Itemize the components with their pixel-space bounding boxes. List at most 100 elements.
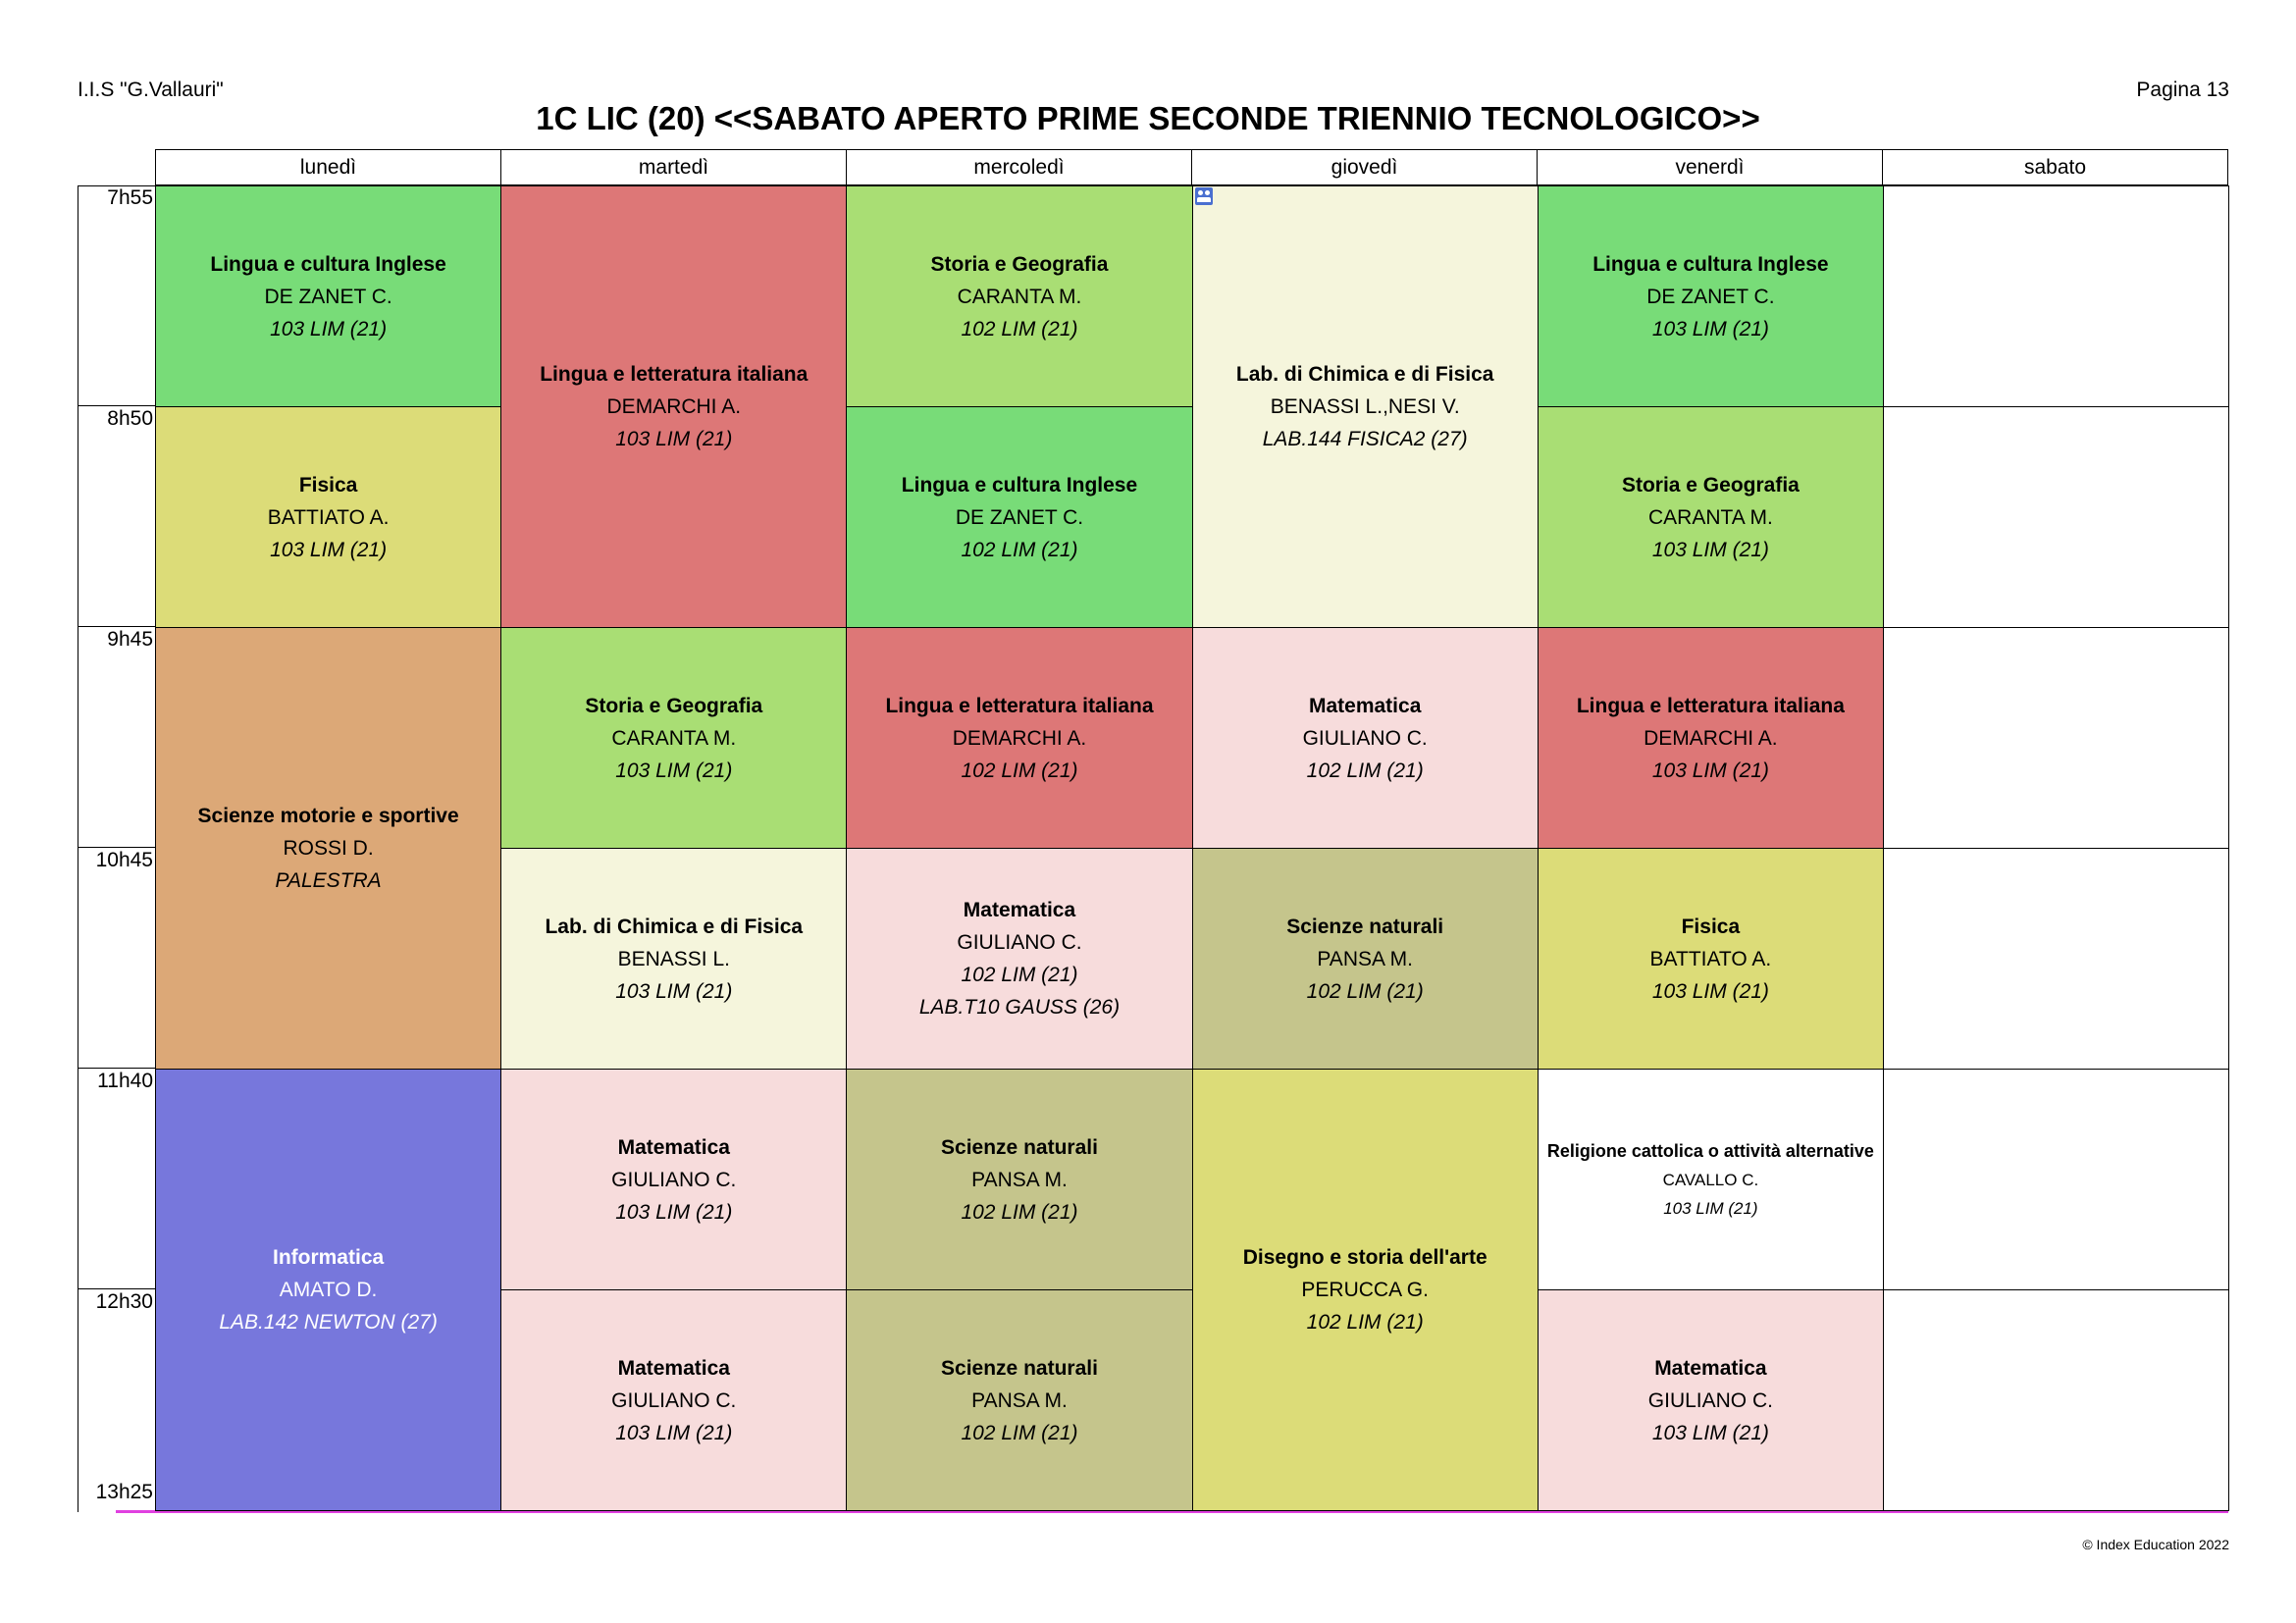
lesson-room: 103 LIM (21) (615, 1200, 733, 1224)
lesson-teacher: CAVALLO C. (1662, 1171, 1759, 1189)
lesson-cell[interactable]: Scienze motorie e sportive ROSSI D. PALEST… (155, 627, 502, 1070)
lesson-room: 102 LIM (21) (961, 964, 1078, 986)
group-icon (1195, 187, 1213, 205)
lesson-room: 103 LIM (21) (1651, 538, 1769, 561)
lesson-subject: Lab. di Chimica e di Fisica (1235, 363, 1494, 386)
day-header-0: lunedì (156, 150, 501, 184)
lesson-cell[interactable]: Matematica GIULIANO C. 102 LIM (21) (1191, 627, 1539, 849)
day-header-3: giovedì (1192, 150, 1538, 184)
empty-slot (1883, 185, 2230, 407)
lesson-teacher: DEMARCHI A. (1644, 726, 1778, 750)
lesson-subject: Lingua e letteratura italiana (540, 363, 809, 386)
lesson-teacher: CARANTA M. (957, 285, 1082, 308)
lesson-subject: Matematica (617, 1356, 730, 1380)
lesson-cell[interactable]: Lingua e cultura Inglese DE ZANET C. 103 L… (1537, 185, 1884, 407)
lesson-teacher: DE ZANET C. (264, 285, 392, 308)
lesson-subject: Storia e Geografia (930, 252, 1109, 276)
lesson-subject: Lingua e cultura Inglese (901, 473, 1138, 497)
lesson-cell[interactable]: Storia e Geografia CARANTA M. 103 LIM (21) (500, 627, 848, 849)
lesson-cell[interactable]: Fisica BATTIATO A. 103 LIM (21) (155, 406, 502, 628)
lesson-cell[interactable]: Informatica AMATO D. LAB.142 NEWTON (27) (155, 1069, 502, 1511)
lesson-cell[interactable]: Lab. di Chimica e di Fisica BENASSI L. 103… (500, 848, 848, 1070)
lesson-room: 103 LIM (21) (270, 538, 388, 561)
lesson-subject: Religione cattolica o attività alternati… (1546, 1141, 1874, 1161)
empty-slot (1883, 848, 2230, 1070)
lesson-subject: Lab. di Chimica e di Fisica (545, 915, 804, 938)
copyright: © Index Education 2022 (2082, 1537, 2229, 1552)
lesson-teacher: GIULIANO C. (611, 1168, 737, 1191)
lesson-teacher: PANSA M. (971, 1168, 1068, 1191)
lesson-cell[interactable]: Lingua e letteratura italiana DEMARCHI A.… (846, 627, 1193, 849)
lesson-subject: Fisica (1681, 915, 1741, 938)
lesson-subject: Lingua e letteratura italiana (1576, 694, 1845, 717)
day-header-2: mercoledì (847, 150, 1192, 184)
lesson-subject: Informatica (272, 1246, 385, 1269)
day-header-1: martedì (501, 150, 847, 184)
lesson-room: 103 LIM (21) (1651, 1421, 1769, 1444)
lesson-teacher: PANSA M. (971, 1388, 1068, 1412)
day-header-4: venerdì (1538, 150, 1883, 184)
lesson-subject: Lingua e letteratura italiana (885, 694, 1154, 717)
lesson-cell[interactable]: Lab. di Chimica e di Fisica BENASSI L.,NE… (1191, 185, 1539, 628)
lesson-cell[interactable]: Lingua e cultura Inglese DE ZANET C. 103 L… (155, 185, 502, 407)
lesson-room: LAB.142 NEWTON (27) (219, 1311, 438, 1334)
lesson-room: 103 LIM (21) (270, 317, 388, 340)
lesson-cell[interactable]: Storia e Geografia CARANTA M. 103 LIM (21) (1537, 406, 1884, 628)
empty-slot (1883, 406, 2230, 628)
lesson-room: 102 LIM (21) (961, 538, 1078, 561)
lesson-subject: Matematica (963, 899, 1076, 921)
lesson-teacher: DE ZANET C. (1646, 285, 1775, 308)
lesson-teacher: GIULIANO C. (1647, 1388, 1773, 1412)
lesson-room: 103 LIM (21) (1651, 979, 1769, 1003)
lesson-cell[interactable]: Disegno e storia dell'arte PERUCCA G. 102 … (1191, 1069, 1539, 1511)
page-number: Pagina 13 (2136, 79, 2229, 101)
day-header-row: lunedì martedì mercoledì giovedì venerdì saba… (155, 149, 2228, 185)
lesson-room: LAB.T10 GAUSS (26) (918, 996, 1121, 1019)
lesson-teacher: BENASSI L. (617, 947, 730, 970)
lesson-room: 102 LIM (21) (961, 317, 1078, 340)
lesson-teacher: PANSA M. (1317, 947, 1413, 970)
lesson-room: 103 LIM (21) (615, 1421, 733, 1444)
lesson-subject: Matematica (1308, 694, 1422, 717)
lesson-room: 102 LIM (21) (961, 759, 1078, 782)
lesson-room: 102 LIM (21) (1306, 1311, 1424, 1334)
lesson-cell[interactable]: Matematica GIULIANO C. 103 LIM (21) (500, 1069, 848, 1290)
lesson-teacher: CARANTA M. (611, 726, 737, 750)
lesson-cell[interactable]: Scienze naturali PANSA M. 102 LIM (21) (846, 1289, 1193, 1511)
lesson-subject: Disegno e storia dell'arte (1242, 1246, 1487, 1269)
lesson-subject: Storia e Geografia (1621, 473, 1800, 497)
lesson-subject: Scienze naturali (1286, 915, 1444, 938)
lesson-cell[interactable]: Matematica GIULIANO C. 103 LIM (21) (1537, 1289, 1884, 1511)
lesson-subject: Storia e Geografia (585, 694, 763, 717)
lesson-room: 102 LIM (21) (1306, 979, 1424, 1003)
lesson-subject: Matematica (1654, 1356, 1767, 1380)
lesson-teacher: PERUCCA G. (1301, 1279, 1429, 1301)
lesson-room: LAB.144 FISICA2 (27) (1262, 428, 1468, 450)
lesson-teacher: AMATO D. (279, 1279, 378, 1301)
lesson-cell[interactable]: Lingua e cultura Inglese DE ZANET C. 102 L… (846, 406, 1193, 628)
lesson-cell[interactable]: Lingua e letteratura italiana DEMARCHI A.… (1537, 627, 1884, 849)
lesson-teacher: DEMARCHI A. (952, 726, 1087, 750)
lesson-room: 103 LIM (21) (1663, 1199, 1758, 1218)
lesson-cell[interactable]: Religione cattolica o attività alternati… (1537, 1069, 1884, 1290)
lesson-room: 103 LIM (21) (1651, 759, 1769, 782)
lesson-teacher: CARANTA M. (1647, 505, 1773, 529)
lesson-cell[interactable]: Fisica BATTIATO A. 103 LIM (21) (1537, 848, 1884, 1070)
lesson-room: 103 LIM (21) (615, 979, 733, 1003)
empty-slot (1883, 1069, 2230, 1290)
lesson-cell[interactable]: Matematica GIULIANO C. 103 LIM (21) (500, 1289, 848, 1511)
lesson-subject: Lingua e cultura Inglese (210, 252, 446, 276)
school-name: I.I.S "G.Vallauri" (78, 79, 224, 101)
lesson-cell[interactable]: Scienze naturali PANSA M. 102 LIM (21) (1191, 848, 1539, 1070)
lesson-subject: Matematica (617, 1135, 730, 1159)
lesson-cell[interactable]: Scienze naturali PANSA M. 102 LIM (21) (846, 1069, 1193, 1290)
empty-slot (1883, 627, 2230, 849)
lesson-room: 103 LIM (21) (1651, 317, 1769, 340)
empty-slot (1883, 1289, 2230, 1511)
lesson-cell[interactable]: Storia e Geografia CARANTA M. 102 LIM (21) (846, 185, 1193, 407)
lesson-teacher: DEMARCHI A. (606, 395, 742, 418)
lesson-teacher: BATTIATO A. (1649, 947, 1772, 970)
lesson-cell[interactable]: Matematica GIULIANO C. 102 LIM (21) LAB.T10… (846, 848, 1193, 1070)
lesson-room: PALESTRA (275, 869, 382, 892)
lesson-cell[interactable]: Lingua e letteratura italiana DEMARCHI A.… (500, 185, 848, 628)
